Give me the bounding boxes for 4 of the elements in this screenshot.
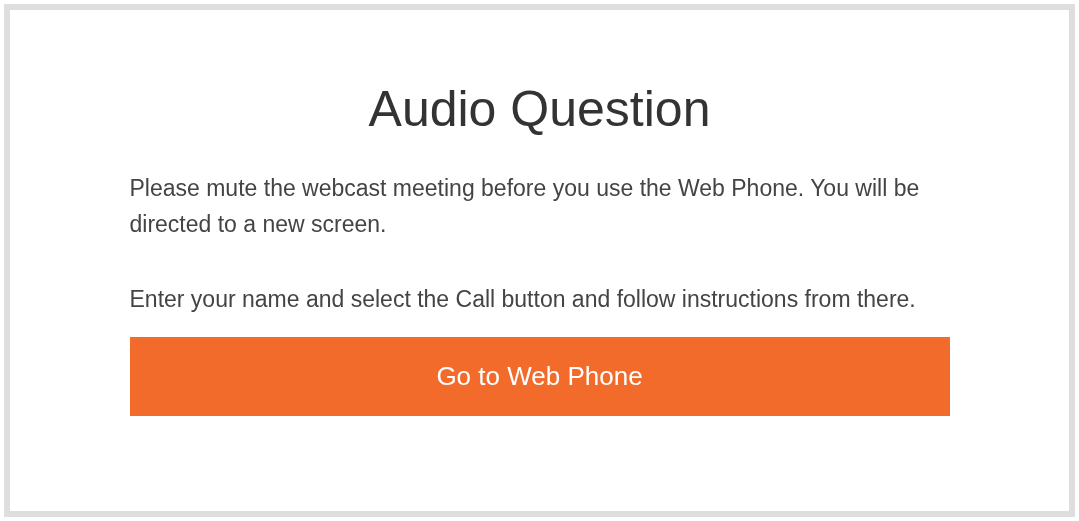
instruction-text: Please mute the webcast meeting before you use the Web Phone. You will be directed to a new screen. (129, 174, 921, 239)
instruction-text: Enter your name and select the Call button and follow instructions from there. (129, 285, 917, 314)
web-phone-button[interactable]: Go to Web Phone (129, 337, 950, 416)
dialog-title: Audio Question (368, 80, 711, 139)
